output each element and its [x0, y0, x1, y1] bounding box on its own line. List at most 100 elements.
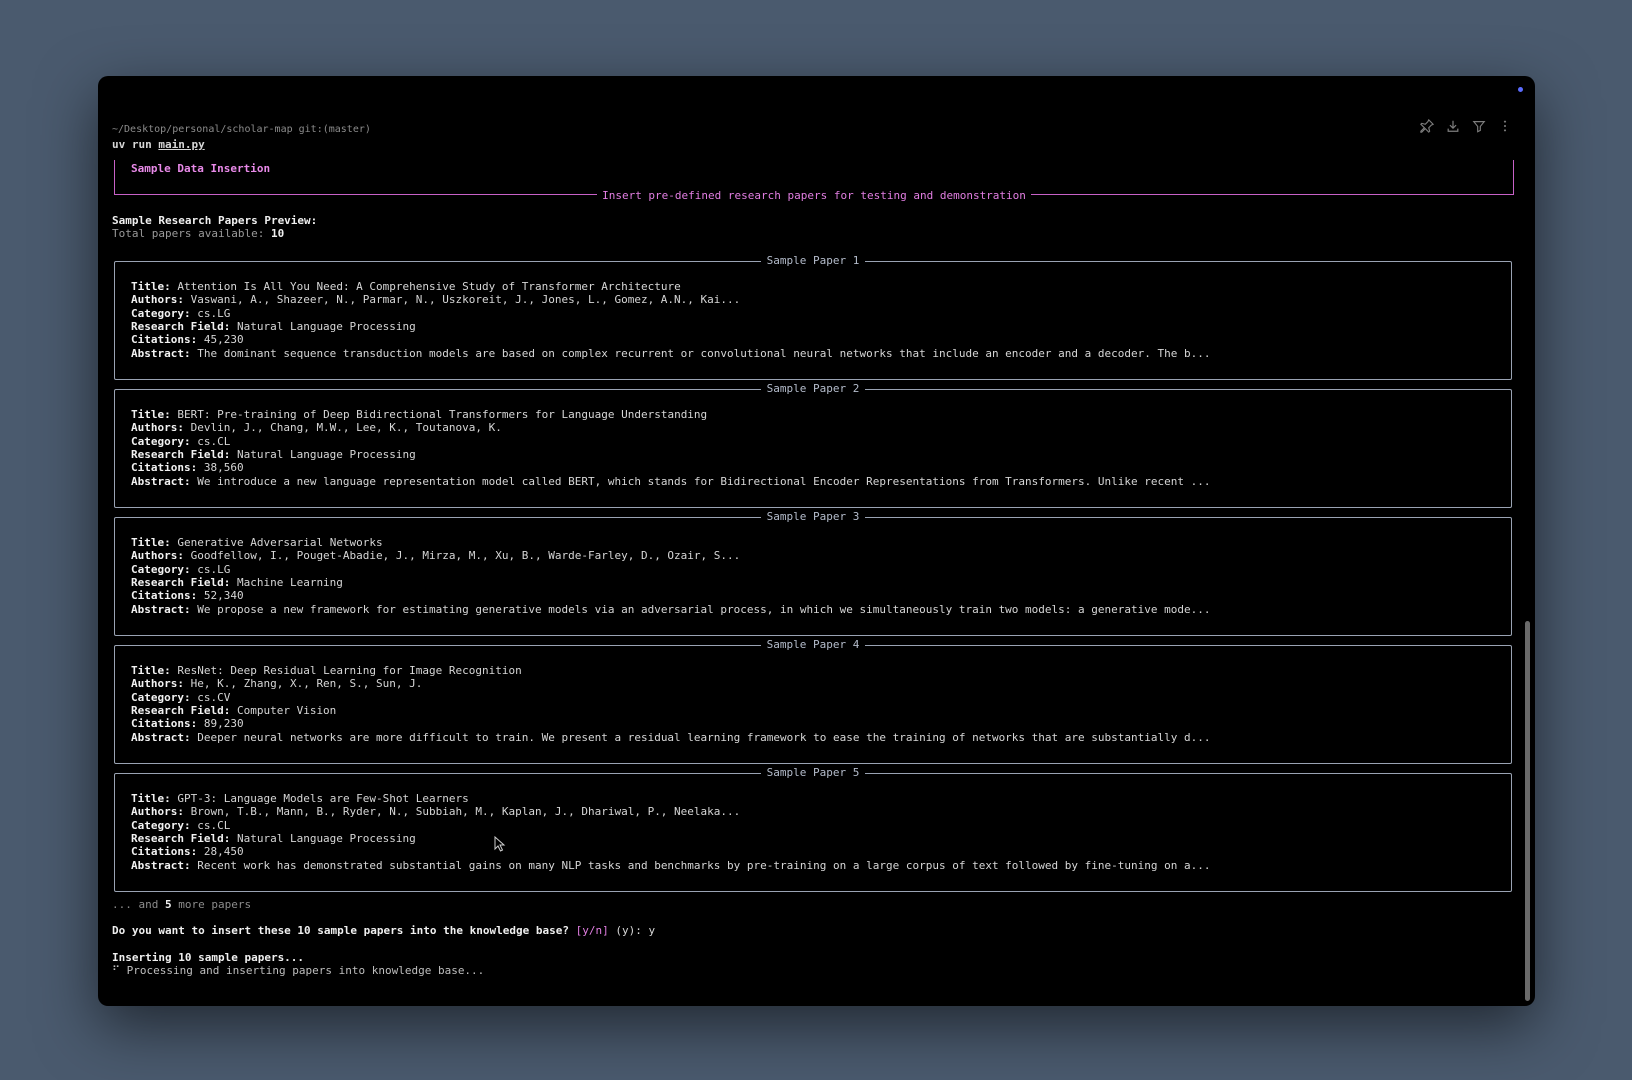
processing-text: Processing and inserting papers into kno… — [120, 964, 485, 978]
paper-category-label: Category: — [131, 434, 191, 448]
paper-field: Machine Learning — [236, 576, 343, 590]
paper-abstract-label: Abstract: — [131, 474, 191, 488]
paper-field-label: Research Field: — [131, 832, 231, 846]
paper-authors-label: Authors: — [131, 293, 184, 307]
paper-title-label: Title: — [131, 791, 171, 805]
paper-field-row: Research Field: Natural Language Process… — [131, 832, 1211, 845]
paper-category: cs.LG — [197, 562, 231, 576]
paper-field-row: Research Field: Natural Language Process… — [131, 320, 1211, 333]
paper-abstract-label: Abstract: — [131, 346, 191, 360]
paper-title-row: Title: BERT: Pre-training of Deep Bidire… — [131, 408, 1211, 421]
command-file[interactable]: main.py — [158, 138, 204, 151]
sample-paper-panel: Sample Paper 5 Title: GPT-3: Language Mod… — [114, 765, 1512, 892]
sample-paper-panel: Sample Paper 1 Title: Attention Is All Yo… — [114, 253, 1512, 380]
paper-abstract-row: Abstract: The dominant sequence transduc… — [131, 347, 1211, 360]
terminal-window: ~/Desktop/personal/scholar-map git:(mast… — [98, 76, 1535, 1006]
paper-category-label: Category: — [131, 562, 191, 576]
scrollbar[interactable] — [1525, 621, 1530, 1001]
paper-citations: 45,230 — [203, 333, 244, 347]
paper-field-label: Research Field: — [131, 320, 231, 334]
paper-authors: Vaswani, A., Shazeer, N., Parmar, N., Us… — [190, 293, 741, 307]
paper-authors: He, K., Zhang, X., Ren, S., Sun, J. — [190, 677, 423, 691]
terminal-output: Sample Data Insertion Insert pre-defined… — [112, 160, 1517, 977]
paper-field: Natural Language Processing — [236, 832, 416, 846]
paper-abstract: We introduce a new language representati… — [197, 474, 1211, 488]
paper-caption: Sample Paper 2 — [115, 381, 1511, 395]
paper-caption: Sample Paper 4 — [115, 637, 1511, 651]
paper-citations-row: Citations: 45,230 — [131, 333, 1211, 346]
processing-status: ⠋ Processing and inserting papers into k… — [112, 964, 1517, 977]
paper-caption-text: Sample Paper 2 — [760, 381, 866, 395]
paper-caption-text: Sample Paper 1 — [760, 253, 866, 267]
paper-abstract: Recent work has demonstrated substantial… — [197, 858, 1211, 872]
paper-abstract-label: Abstract: — [131, 730, 191, 744]
more-papers-line: ... and 5 more papers — [112, 898, 1517, 911]
paper-title-row: Title: Generative Adversarial Networks — [131, 536, 1211, 549]
paper-category: cs.LG — [197, 306, 231, 320]
paper-citations-label: Citations: — [131, 717, 198, 731]
paper-abstract-row: Abstract: Recent work has demonstrated s… — [131, 859, 1211, 872]
paper-category-label: Category: — [131, 690, 191, 704]
more-icon[interactable] — [1497, 118, 1513, 134]
total-papers-line: Total papers available: 10 — [112, 227, 1517, 240]
paper-category-row: Category: cs.CL — [131, 819, 1211, 832]
paper-field-label: Research Field: — [131, 704, 231, 718]
paper-category-row: Category: cs.LG — [131, 563, 1211, 576]
paper-field: Computer Vision — [236, 704, 337, 718]
paper-abstract-row: Abstract: We introduce a new language re… — [131, 475, 1211, 488]
paper-caption-text: Sample Paper 3 — [760, 509, 866, 523]
confirm-default: (y): — [608, 924, 649, 938]
paper-details: Title: BERT: Pre-training of Deep Bidire… — [131, 408, 1211, 488]
more-prefix: ... and — [112, 897, 165, 911]
paper-caption: Sample Paper 3 — [115, 509, 1511, 523]
paper-abstract-label: Abstract: — [131, 602, 191, 616]
paper-title-row: Title: GPT-3: Language Models are Few-Sh… — [131, 792, 1211, 805]
filter-icon[interactable] — [1471, 118, 1487, 134]
paper-abstract: We propose a new framework for estimatin… — [197, 602, 1211, 616]
paper-title: ResNet: Deep Residual Learning for Image… — [177, 663, 522, 677]
paper-authors-row: Authors: Brown, T.B., Mann, B., Ryder, N… — [131, 805, 1211, 818]
paper-caption-text: Sample Paper 5 — [760, 765, 866, 779]
paper-title-label: Title: — [131, 535, 171, 549]
paper-authors-label: Authors: — [131, 549, 184, 563]
paper-authors-row: Authors: Devlin, J., Chang, M.W., Lee, K… — [131, 421, 1211, 434]
total-value: 10 — [270, 227, 285, 241]
status-dot — [1518, 87, 1523, 92]
confirm-question: Do you want to insert these 10 sample pa… — [112, 924, 576, 938]
paper-authors-row: Authors: Vaswani, A., Shazeer, N., Parma… — [131, 293, 1211, 306]
paper-details: Title: GPT-3: Language Models are Few-Sh… — [131, 792, 1211, 872]
paper-citations-label: Citations: — [131, 461, 198, 475]
confirm-answer[interactable]: y — [648, 924, 655, 937]
paper-category-row: Category: cs.CL — [131, 435, 1211, 448]
paper-title-row: Title: Attention Is All You Need: A Comp… — [131, 280, 1211, 293]
paper-abstract-row: Abstract: Deeper neural networks are mor… — [131, 731, 1211, 744]
paper-field-label: Research Field: — [131, 576, 231, 590]
paper-title-label: Title: — [131, 407, 171, 421]
paper-abstract-label: Abstract: — [131, 858, 191, 872]
paper-category: cs.CL — [197, 818, 231, 832]
paper-field: Natural Language Processing — [236, 448, 416, 462]
mouse-cursor-icon — [494, 836, 506, 852]
insertion-header-panel: Sample Data Insertion Insert pre-defined… — [114, 160, 1514, 202]
paper-details: Title: Generative Adversarial Networks Au… — [131, 536, 1211, 616]
pin-icon[interactable] — [1419, 118, 1435, 134]
paper-authors-label: Authors: — [131, 677, 184, 691]
paper-authors-row: Authors: He, K., Zhang, X., Ren, S., Sun… — [131, 677, 1211, 690]
paper-title: BERT: Pre-training of Deep Bidirectional… — [177, 407, 708, 421]
spinner-icon: ⠋ — [112, 964, 121, 978]
prompt-command: uv run main.py — [112, 137, 371, 152]
paper-authors: Devlin, J., Chang, M.W., Lee, K., Toutan… — [190, 421, 502, 435]
paper-authors-label: Authors: — [131, 805, 184, 819]
paper-title-label: Title: — [131, 663, 171, 677]
confirm-options: [y/n] — [575, 924, 609, 938]
paper-authors-row: Authors: Goodfellow, I., Pouget-Abadie, … — [131, 549, 1211, 562]
paper-field-label: Research Field: — [131, 448, 231, 462]
paper-citations-row: Citations: 52,340 — [131, 589, 1211, 602]
download-icon[interactable] — [1445, 118, 1461, 134]
paper-category-label: Category: — [131, 306, 191, 320]
paper-authors: Brown, T.B., Mann, B., Ryder, N., Subbia… — [190, 805, 741, 819]
sample-paper-panel: Sample Paper 4 Title: ResNet: Deep Residu… — [114, 637, 1512, 764]
paper-caption-text: Sample Paper 4 — [760, 637, 866, 651]
paper-caption: Sample Paper 1 — [115, 253, 1511, 267]
paper-citations-label: Citations: — [131, 845, 198, 859]
